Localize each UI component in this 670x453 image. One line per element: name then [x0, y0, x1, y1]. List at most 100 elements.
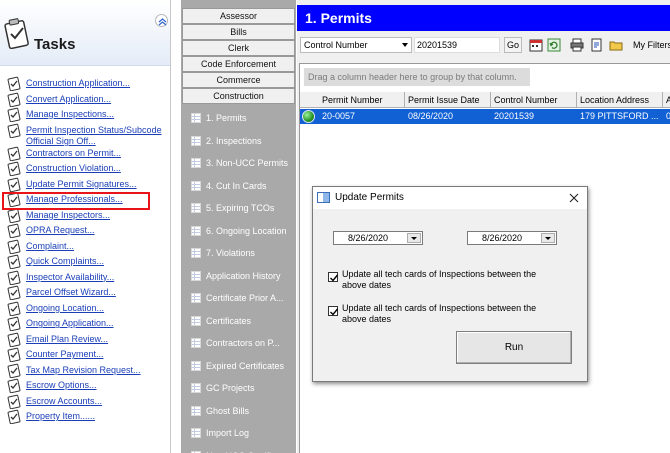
clipboard-check-icon — [7, 394, 21, 409]
task-link[interactable]: Inspector Availability... — [26, 272, 114, 282]
task-link[interactable]: Counter Payment... — [26, 349, 104, 359]
nav-item[interactable]: 1. Permits — [181, 107, 296, 129]
nav-item[interactable]: Non-UCC Certific... — [181, 445, 296, 453]
close-icon[interactable] — [567, 191, 581, 205]
search-toolbar: Control Number Go My Filters — [297, 34, 670, 56]
column-header[interactable]: A — [663, 92, 670, 108]
clipboard-check-icon — [7, 161, 21, 177]
task-link[interactable]: Update Permit Signatures... — [26, 179, 137, 189]
task-link[interactable]: Contractors on Permit... — [26, 148, 121, 158]
task-item: Construction Application... — [0, 76, 170, 94]
task-link[interactable]: Property Item...... — [26, 411, 95, 421]
task-item: Convert Application... — [0, 92, 170, 110]
task-item: Inspector Availability... — [0, 270, 170, 288]
task-link[interactable]: Quick Complaints... — [26, 256, 104, 266]
nav-item[interactable]: GC Projects — [181, 377, 296, 399]
dialog-title: Update Permits — [335, 192, 404, 203]
clipboard-check-icon — [7, 285, 21, 301]
folder-icon[interactable] — [609, 38, 623, 52]
grid-icon — [191, 113, 201, 123]
grid-icon — [191, 248, 201, 258]
chevron-down-icon[interactable] — [541, 233, 555, 243]
globe-icon — [302, 110, 315, 123]
task-item: Parcel Offset Wizard... — [0, 285, 170, 303]
run-button[interactable]: Run — [456, 331, 572, 364]
search-field-select[interactable]: Control Number — [300, 37, 412, 53]
nav-category[interactable]: Clerk — [182, 40, 295, 56]
nav-item[interactable]: Import Log — [181, 422, 296, 444]
task-link[interactable]: Convert Application... — [26, 94, 111, 104]
nav-category[interactable]: Bills — [182, 24, 295, 40]
module-nav: Assessor Bills Clerk Code Enforcement Commer… — [181, 0, 296, 453]
nav-item[interactable]: 7. Violations — [181, 242, 296, 264]
task-link[interactable]: Ongoing Location... — [26, 303, 104, 313]
task-link[interactable]: OPRA Request... — [26, 225, 95, 235]
nav-item[interactable]: 5. Expiring TCOs — [181, 197, 296, 219]
nav-item[interactable]: Certificates — [181, 310, 296, 332]
export-icon[interactable] — [590, 38, 604, 52]
nav-item[interactable]: 3. Non-UCC Permits — [181, 152, 296, 174]
calendar-icon[interactable] — [529, 38, 543, 52]
task-link[interactable]: Construction Application... — [26, 78, 130, 88]
update-techcards-checkbox-1[interactable] — [328, 272, 339, 282]
task-list: Construction Application... Convert Appli… — [0, 76, 170, 427]
task-link[interactable]: Tax Map Revision Request... — [26, 365, 141, 375]
nav-item[interactable]: Ghost Bills — [181, 400, 296, 422]
task-item: Complaint... — [0, 239, 170, 257]
chevron-down-icon[interactable] — [407, 233, 421, 243]
nav-category[interactable]: Assessor — [182, 8, 295, 24]
column-header[interactable]: Control Number — [491, 92, 577, 108]
search-field-value: Control Number — [304, 40, 368, 50]
refresh-icon[interactable] — [547, 38, 561, 52]
task-item: Quick Complaints... — [0, 254, 170, 272]
update-techcards-checkbox-2[interactable] — [328, 306, 339, 316]
task-link[interactable]: Escrow Accounts... — [26, 396, 102, 406]
table-row[interactable]: 20-0057 08/26/2020 20201539 179 PITTSFOR… — [300, 109, 670, 124]
column-header[interactable]: Permit Number — [319, 92, 405, 108]
task-link[interactable]: Permit Inspection Status/Subcode Officia… — [26, 125, 162, 147]
tasks-title: Tasks — [34, 36, 76, 53]
nav-item[interactable]: Certificate Prior A... — [181, 287, 296, 309]
grid-icon — [191, 135, 201, 146]
nav-item[interactable]: Contractors on P... — [181, 332, 296, 354]
task-link[interactable]: Manage Inspectors... — [26, 210, 110, 220]
task-link[interactable]: Construction Violation... — [26, 163, 121, 173]
task-link[interactable]: Ongoing Application... — [26, 318, 114, 328]
dialog-titlebar[interactable]: Update Permits — [313, 187, 587, 209]
page-title: 1. Permits — [297, 5, 670, 31]
collapse-button[interactable] — [155, 14, 168, 27]
search-input[interactable] — [414, 37, 500, 53]
grid-icon — [191, 428, 201, 438]
nav-item[interactable]: Expired Certificates — [181, 355, 296, 377]
task-link[interactable]: Complaint... — [26, 241, 74, 251]
nav-item[interactable]: 6. Ongoing Location — [181, 220, 296, 242]
task-link[interactable]: Manage Inspections... — [26, 109, 114, 119]
window-icon — [317, 192, 330, 203]
nav-category[interactable]: Code Enforcement — [182, 56, 295, 72]
column-header[interactable]: Location Address — [577, 92, 663, 108]
date-to-value: 8/26/2020 — [482, 233, 523, 243]
nav-category[interactable]: Construction — [182, 88, 295, 104]
nav-category[interactable]: Commerce — [182, 72, 295, 88]
nav-item-label: Application History — [206, 270, 281, 281]
nav-item-label: Import Log — [206, 428, 250, 438]
task-item: Tax Map Revision Request... — [0, 363, 170, 381]
task-link[interactable]: Escrow Options... — [26, 380, 97, 390]
date-to-picker[interactable]: 8/26/2020 — [467, 231, 557, 245]
task-link[interactable]: Email Plan Review... — [26, 334, 108, 344]
go-button[interactable]: Go — [504, 37, 522, 53]
date-from-picker[interactable]: 8/26/2020 — [333, 231, 423, 245]
chevron-up-icon — [158, 18, 167, 26]
nav-item-label: Ghost Bills — [206, 405, 250, 416]
task-item: Manage Inspections... — [0, 107, 170, 125]
nav-item[interactable]: Application History — [181, 265, 296, 287]
print-icon[interactable] — [570, 38, 584, 52]
grid-icon — [191, 338, 201, 348]
nav-item[interactable]: 2. Inspections — [181, 130, 296, 152]
my-filters-menu[interactable]: My Filters — [633, 37, 670, 53]
column-header[interactable]: Permit Issue Date — [405, 92, 491, 108]
highlight-box — [2, 192, 150, 210]
task-link[interactable]: Parcel Offset Wizard... — [26, 287, 116, 297]
nav-item[interactable]: 4. Cut In Cards — [181, 175, 296, 197]
task-item: Ongoing Location... — [0, 301, 170, 319]
